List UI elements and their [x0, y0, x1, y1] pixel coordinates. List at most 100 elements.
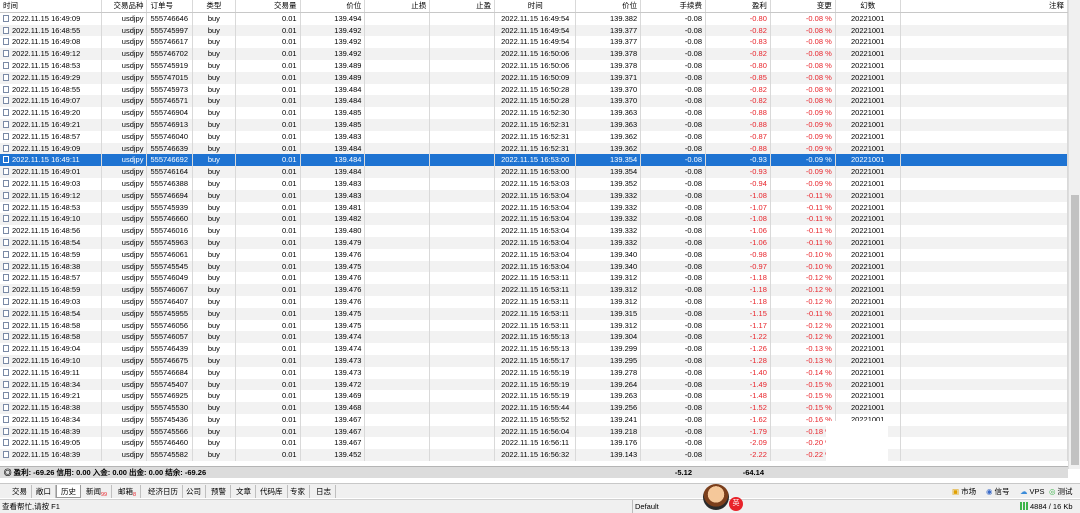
table-cell: 555747015: [146, 71, 194, 84]
vertical-scrollbar[interactable]: [1068, 0, 1080, 469]
table-row[interactable]: 2022.11.15 16:48:53 usdjpy 555745939 buy 0.0…: [0, 201, 1068, 214]
column-header[interactable]: 价位: [575, 0, 642, 13]
column-header[interactable]: 手续费: [640, 0, 707, 13]
table-row[interactable]: 2022.11.15 16:48:53 usdjpy 555745919 buy 0.0…: [0, 59, 1068, 72]
table-cell: 139.474: [300, 343, 366, 355]
table-cell: [429, 236, 496, 249]
table-row[interactable]: 2022.11.15 16:49:03 usdjpy 555746388 buy 0.0…: [0, 177, 1068, 190]
table-row[interactable]: 2022.11.15 16:48:55 usdjpy 555745997 buy 0.0…: [0, 24, 1068, 37]
table-cell: buy: [192, 189, 236, 202]
tab-4[interactable]: 邮箱8: [114, 485, 142, 498]
table-cell: 0.01: [235, 248, 301, 261]
table-row[interactable]: 2022.11.15 16:48:38 usdjpy 555745545 buy 0.0…: [0, 260, 1068, 273]
table-row[interactable]: 2022.11.15 16:49:05 usdjpy 555746460 buy 0.0…: [0, 437, 1068, 450]
tab-5[interactable]: 经济日历: [144, 485, 183, 498]
column-header[interactable]: 盈利: [705, 0, 771, 13]
table-cell: 2022.11.15 16:48:55: [0, 83, 102, 96]
table-row[interactable]: 2022.11.15 16:49:09 usdjpy 555746639 buy 0.0…: [0, 142, 1068, 155]
table-row[interactable]: 2022.11.15 16:48:38 usdjpy 555745530 buy 0.0…: [0, 402, 1068, 414]
tab-9[interactable]: 代码库: [256, 485, 288, 498]
table-cell: -0.08: [640, 95, 707, 108]
tab-1[interactable]: 敞口: [32, 485, 56, 498]
table-row[interactable]: 2022.11.15 16:49:07 usdjpy 555746571 buy 0.0…: [0, 95, 1068, 108]
column-header[interactable]: 止盈: [429, 0, 496, 13]
column-header[interactable]: 价位: [300, 0, 366, 13]
table-row[interactable]: 2022.11.15 16:48:57 usdjpy 555746040 buy 0.0…: [0, 130, 1068, 143]
table-row[interactable]: 2022.11.15 16:48:58 usdjpy 555746057 buy 0.0…: [0, 331, 1068, 344]
column-header[interactable]: 时间: [494, 0, 577, 13]
column-header[interactable]: 注释: [900, 0, 1068, 13]
table-row[interactable]: 2022.11.15 16:48:54 usdjpy 555745955 buy 0.0…: [0, 307, 1068, 320]
table-cell: buy: [192, 201, 236, 214]
table-cell: usdjpy: [101, 354, 148, 367]
table-row[interactable]: 2022.11.15 16:49:08 usdjpy 555746617 buy 0.0…: [0, 36, 1068, 49]
tab-11[interactable]: 日志: [312, 485, 336, 498]
tab-0[interactable]: 交易: [8, 485, 32, 498]
table-cell: -0.08 %: [770, 71, 836, 84]
table-row[interactable]: 2022.11.15 16:48:54 usdjpy 555745963 buy 0.0…: [0, 236, 1068, 249]
table-cell: [429, 354, 496, 367]
column-header[interactable]: 变更: [770, 0, 836, 13]
market-button[interactable]: ▣ 市场: [952, 486, 976, 497]
table-row[interactable]: 2022.11.15 16:49:20 usdjpy 555746904 buy 0.0…: [0, 107, 1068, 119]
column-header[interactable]: 交易品种: [101, 0, 148, 13]
table-cell: 139.472: [300, 378, 366, 391]
table-cell: buy: [192, 118, 236, 131]
table-cell: [429, 284, 496, 296]
table-row[interactable]: 2022.11.15 16:49:12 usdjpy 555746702 buy 0.0…: [0, 48, 1068, 60]
table-cell: 2022.11.15 16:53:04: [494, 201, 577, 214]
table-row[interactable]: 2022.11.15 16:49:21 usdjpy 555746913 buy 0.0…: [0, 118, 1068, 131]
table-cell: [429, 118, 496, 131]
table-row[interactable]: 2022.11.15 16:49:10 usdjpy 555746660 buy 0.0…: [0, 213, 1068, 226]
table-row[interactable]: 2022.11.15 16:48:59 usdjpy 555746061 buy 0.0…: [0, 248, 1068, 261]
table-cell: -0.12 %: [770, 272, 836, 285]
table-row[interactable]: 2022.11.15 16:49:01 usdjpy 555746164 buy 0.0…: [0, 166, 1068, 178]
table-cell: [900, 201, 1068, 214]
table-row[interactable]: 2022.11.15 16:48:34 usdjpy 555745407 buy 0.0…: [0, 378, 1068, 391]
table-row[interactable]: 2022.11.15 16:48:34 usdjpy 555745436 buy 0.0…: [0, 413, 1068, 426]
tab-7[interactable]: 预警: [207, 485, 231, 498]
column-header[interactable]: 交易量: [235, 0, 301, 13]
summary-row: ◎ 盈利: -69.26 信用: 0.00 入金: 0.00 出金: 0.00 …: [0, 466, 1068, 478]
tester-icon: ◎: [1049, 487, 1056, 496]
table-cell: -0.08: [640, 343, 707, 355]
table-row[interactable]: 2022.11.15 16:49:04 usdjpy 555746439 buy 0.0…: [0, 343, 1068, 355]
signal-button[interactable]: ◉ 信号: [986, 486, 1010, 497]
table-row[interactable]: 2022.11.15 16:48:56 usdjpy 555746016 buy 0.0…: [0, 225, 1068, 237]
tab-3[interactable]: 新闻99: [82, 485, 113, 498]
column-header[interactable]: 止损: [364, 0, 431, 13]
tab-2[interactable]: 历史: [56, 485, 81, 498]
table-row[interactable]: 2022.11.15 16:49:09 usdjpy 555746646 buy 0.0…: [0, 12, 1068, 25]
column-header[interactable]: 时间: [0, 0, 102, 13]
table-row[interactable]: 2022.11.15 16:48:55 usdjpy 555745973 buy 0.0…: [0, 83, 1068, 96]
table-row[interactable]: 2022.11.15 16:49:12 usdjpy 555746694 buy 0.0…: [0, 189, 1068, 202]
column-header[interactable]: 幻数: [835, 0, 901, 13]
table-row[interactable]: 2022.11.15 16:48:39 usdjpy 555745566 buy 0.0…: [0, 425, 1068, 438]
table-row[interactable]: 2022.11.15 16:48:57 usdjpy 555746049 buy 0.0…: [0, 272, 1068, 285]
tab-10[interactable]: 专家: [286, 485, 310, 498]
table-row[interactable]: 2022.11.15 16:49:11 usdjpy 555746684 buy 0.0…: [0, 366, 1068, 379]
table-row[interactable]: 2022.11.15 16:49:10 usdjpy 555746675 buy 0.0…: [0, 354, 1068, 367]
scrollbar-thumb[interactable]: [1071, 195, 1079, 465]
table-row[interactable]: 2022.11.15 16:49:03 usdjpy 555746407 buy 0.0…: [0, 295, 1068, 308]
table-cell: 20221001: [835, 213, 901, 226]
tab-6[interactable]: 公司: [182, 485, 206, 498]
table-row[interactable]: 2022.11.15 16:49:29 usdjpy 555747015 buy 0.0…: [0, 71, 1068, 84]
vps-button[interactable]: ☁ VPS: [1020, 486, 1045, 497]
table-cell: 139.476: [300, 272, 366, 285]
table-cell: [429, 402, 496, 414]
table-row[interactable]: 2022.11.15 16:49:21 usdjpy 555746925 buy 0.0…: [0, 390, 1068, 403]
table-cell: [364, 413, 431, 426]
table-cell: [429, 307, 496, 320]
table-row[interactable]: 2022.11.15 16:48:59 usdjpy 555746067 buy 0.0…: [0, 284, 1068, 296]
table-cell: 139.482: [300, 213, 366, 226]
column-header[interactable]: 订单号: [146, 0, 194, 13]
tester-button[interactable]: ◎ 测试: [1049, 486, 1073, 497]
table-cell: 2022.11.15 16:56:32: [494, 449, 577, 462]
table-row[interactable]: 2022.11.15 16:49:11 usdjpy 555746692 buy 0.0…: [0, 154, 1068, 167]
table-row[interactable]: 2022.11.15 16:48:39 usdjpy 555745582 buy 0.0…: [0, 449, 1068, 462]
table-cell: buy: [192, 437, 236, 450]
table-row[interactable]: 2022.11.15 16:48:58 usdjpy 555746056 buy 0.0…: [0, 319, 1068, 332]
column-header[interactable]: 类型: [192, 0, 236, 13]
tab-8[interactable]: 文章: [232, 485, 256, 498]
